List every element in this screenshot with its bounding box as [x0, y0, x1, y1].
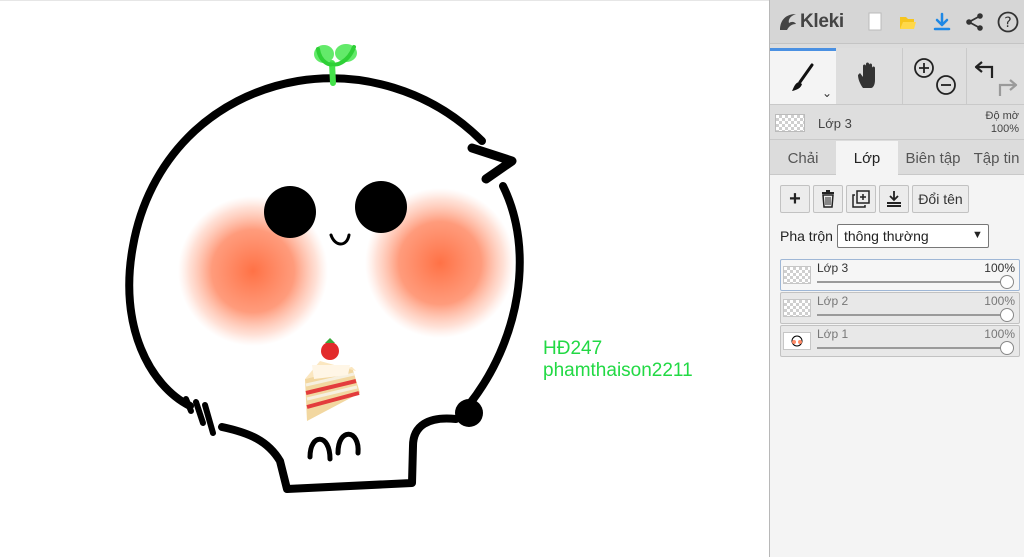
redo-icon[interactable]: [998, 79, 1017, 96]
cheek-dashes: [183, 396, 216, 436]
drawing-canvas[interactable]: HĐ247 phamthaison2211: [0, 0, 769, 557]
blend-mode-label: Pha trộn: [780, 228, 833, 244]
undo-icon[interactable]: [974, 61, 993, 78]
new-image-button[interactable]: [858, 0, 891, 44]
layer-name: Lớp 2: [817, 294, 849, 308]
app-name: Kleki: [800, 10, 844, 32]
blend-mode-row: Pha trộn thông thường ▼: [780, 224, 989, 248]
merge-down-button[interactable]: [879, 185, 909, 213]
opacity-label: Độ mờ: [985, 110, 1020, 122]
layer-opacity: 100%: [984, 294, 1015, 308]
layer-row-2[interactable]: Lớp 2 100%: [780, 292, 1020, 324]
ear-notch: [467, 143, 517, 184]
layer-row-3[interactable]: Lớp 3 100%: [780, 259, 1020, 291]
svg-text:?: ?: [1005, 15, 1012, 31]
zoom-in-icon[interactable]: [913, 58, 934, 78]
kleki-logo-icon: [780, 13, 796, 30]
download-button[interactable]: [925, 0, 958, 44]
opacity-slider-track[interactable]: [817, 314, 1007, 316]
zoom-tools: [902, 48, 966, 104]
share-icon: [966, 12, 983, 31]
layer-name: Lớp 1: [817, 327, 849, 341]
layers-panel: + Đổi tên Pha trộn thông thường ▼ Lớp 3 …: [770, 175, 1024, 557]
brush-options-caret[interactable]: ⌄: [822, 86, 832, 100]
tool-row: ⌄: [770, 48, 1024, 104]
zoom-controls: [913, 58, 956, 95]
brush-icon: [792, 63, 814, 91]
active-layer-opacity: Độ mờ 100%: [986, 110, 1020, 136]
duplicate-layer-button[interactable]: [846, 185, 876, 213]
opacity-slider-handle[interactable]: [1000, 308, 1014, 322]
opacity-slider-track[interactable]: [817, 347, 1007, 349]
plus-icon: +: [789, 188, 801, 210]
share-button[interactable]: [958, 0, 991, 44]
active-layer-preview[interactable]: Lớp 3 Độ mờ 100%: [770, 104, 1024, 140]
mouth: [329, 233, 351, 246]
add-layer-button[interactable]: +: [780, 185, 810, 213]
layer-thumbnail: [783, 266, 811, 284]
rename-layer-button[interactable]: Đổi tên: [912, 185, 969, 213]
brush-tool[interactable]: ⌄: [770, 48, 836, 104]
open-folder-icon: [900, 16, 917, 29]
hand-tool[interactable]: [836, 48, 902, 104]
layer-actions: + Đổi tên: [780, 185, 969, 213]
help-button[interactable]: ?: [992, 0, 1024, 44]
tab-file[interactable]: Tập tin: [968, 141, 1024, 175]
download-icon: [933, 12, 950, 30]
tab-brush[interactable]: Chải: [770, 141, 836, 175]
panel-tabs: Chải Lớp Biên tập Tập tin: [770, 141, 1024, 175]
right-hand: [455, 399, 483, 427]
tab-layers[interactable]: Lớp: [836, 141, 898, 175]
right-eye: [355, 181, 407, 233]
layer-opacity: 100%: [984, 327, 1015, 341]
kleki-app: HĐ247 phamthaison2211 Kleki ? ⌄ Lớp 3 Độ…: [0, 0, 1024, 557]
hand-icon: [858, 62, 875, 88]
duplicate-icon: [852, 190, 870, 208]
trash-icon: [822, 190, 834, 208]
new-image-icon: [868, 12, 882, 30]
opacity-slider-track[interactable]: [817, 281, 1007, 283]
left-eye: [264, 186, 316, 238]
signature-line-1: HĐ247: [543, 338, 603, 359]
kleki-logo[interactable]: Kleki: [778, 11, 858, 33]
signature-line-2: phamthaison2211: [543, 360, 693, 381]
active-layer-thumbnail: [775, 114, 805, 132]
layer-thumbnail-preview: [791, 335, 803, 347]
blend-mode-value: thông thường: [843, 228, 929, 244]
little-arms: [307, 431, 361, 462]
chevron-down-icon: ▼: [972, 229, 983, 241]
zoom-out-icon[interactable]: [935, 75, 956, 95]
undo-redo-controls: [974, 61, 1017, 96]
blend-mode-select[interactable]: thông thường ▼: [836, 224, 989, 248]
open-button[interactable]: [891, 0, 924, 44]
layer-thumbnail: [783, 299, 811, 317]
layer-row-1[interactable]: Lớp 1 100%: [780, 325, 1020, 357]
layer-opacity: 100%: [984, 261, 1015, 275]
tab-edit[interactable]: Biên tập: [898, 141, 968, 175]
merge-down-icon: [887, 191, 901, 207]
help-icon: ?: [997, 11, 1019, 32]
active-layer-name: Lớp 3: [818, 116, 852, 131]
opacity-slider-handle[interactable]: [1000, 275, 1014, 289]
opacity-slider-handle[interactable]: [1000, 341, 1014, 355]
layer-thumbnail: [783, 332, 811, 350]
opacity-value: 100%: [990, 123, 1019, 135]
top-toolbar: Kleki ?: [770, 0, 1024, 44]
undo-redo-tools: [966, 48, 1024, 104]
side-panel: Kleki ? ⌄ Lớp 3 Độ mờ 100% Chải Lớp Biên…: [769, 0, 1024, 557]
cake-slice: [305, 338, 360, 421]
canvas-drawing: [125, 44, 524, 493]
layer-name: Lớp 3: [817, 261, 849, 275]
delete-layer-button[interactable]: [813, 185, 843, 213]
